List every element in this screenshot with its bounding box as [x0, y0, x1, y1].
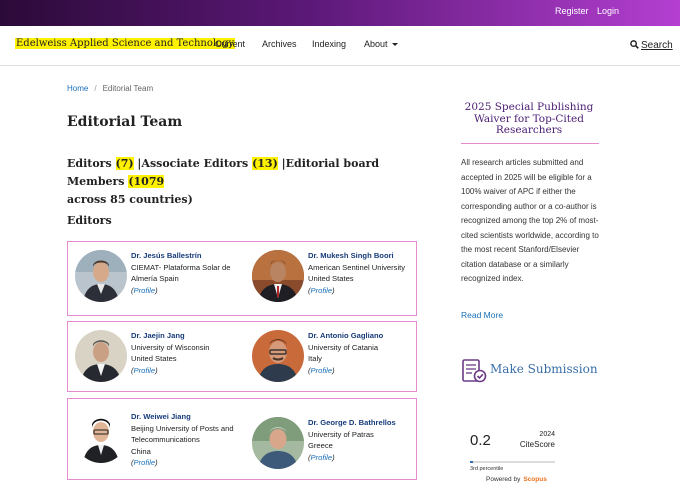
breadcrumb-current: Editorial Team [102, 84, 154, 93]
editor-info: Dr. Jesús Ballestrín CIEMAT- Plataforma … [131, 250, 249, 296]
citescore-year: 2024 [539, 431, 555, 438]
profile-link-wrap: (Profile) [131, 458, 158, 467]
section-heading-editors: Editors [67, 214, 112, 227]
editor-info: Dr. Jaejin Jang University of Wisconsin … [131, 330, 249, 376]
search-icon [630, 40, 639, 49]
profile-link[interactable]: Profile [134, 286, 156, 295]
editor-affiliation: Beijing University of Posts and Telecomm… [131, 423, 234, 445]
citescore-percentile-bar [470, 461, 555, 463]
nav-archives[interactable]: Archives [262, 39, 297, 49]
editor-affiliation: University of Wisconsin [131, 342, 210, 352]
profile-link[interactable]: Profile [134, 366, 156, 375]
nav-indexing[interactable]: Indexing [312, 39, 346, 49]
citescore-percentile: 3rd percentile [470, 466, 504, 472]
countries-text: across 85 countries) [67, 193, 193, 206]
breadcrumb-separator: / [94, 84, 97, 93]
profile-link-wrap: (Profile) [308, 365, 335, 375]
top-bar: Register Login [0, 0, 680, 26]
editor-affiliation: University of Patras [308, 429, 374, 439]
scopus-logo: Scopus [523, 476, 547, 483]
editor-name[interactable]: Dr. Weiwei Jiang [131, 411, 249, 423]
avatar [75, 250, 127, 302]
profile-link-wrap: (Profile) [131, 365, 158, 375]
avatar [75, 411, 127, 463]
make-submission-button[interactable]: Make Submission [461, 358, 601, 384]
search-label: Search [641, 40, 673, 51]
board-count: (1079 [128, 175, 165, 188]
powered-by: Powered by Scopus [486, 476, 547, 483]
document-edit-icon [462, 359, 487, 383]
login-link[interactable]: Login [597, 6, 619, 16]
editor-info: Dr. Weiwei Jiang Beijing University of P… [131, 411, 249, 469]
make-submission-label: Make Submission [490, 362, 598, 376]
editor-country: United States [131, 354, 177, 363]
read-more-link[interactable]: Read More [461, 310, 503, 320]
promo-text: All research articles submitted and acce… [461, 158, 599, 283]
breadcrumb: Home / Editorial Team [67, 84, 153, 93]
profile-link-wrap: (Profile) [131, 285, 158, 295]
editor-affiliation: CIEMAT- Plataforma Solar de Almería Spai… [131, 262, 231, 284]
promo-title: 2025 Special Publishing Waiver for Top-C… [464, 101, 594, 136]
nav-about-label: About [364, 39, 388, 49]
citescore-label: CiteScore [519, 440, 555, 449]
profile-link[interactable]: Profile [311, 453, 333, 462]
editor-name[interactable]: Dr. Jesús Ballestrín [131, 250, 249, 262]
editors-count: (7) [115, 157, 134, 170]
associate-label: |Associate Editors [133, 157, 253, 170]
page-title: Editorial Team [67, 114, 183, 130]
avatar [252, 330, 304, 382]
search-button[interactable]: Search [630, 40, 673, 51]
breadcrumb-home[interactable]: Home [67, 84, 88, 93]
editor-card-row: Dr. Jaejin Jang University of Wisconsin … [67, 321, 417, 392]
nav-current[interactable]: Current [215, 39, 245, 49]
citescore-value: 0.2 [470, 432, 491, 449]
editor-affiliation: American Sentinel University [308, 262, 406, 272]
profile-link[interactable]: Profile [134, 458, 156, 467]
associate-count: (13) [252, 157, 278, 170]
editor-card-row: Dr. Jesús Ballestrín CIEMAT- Plataforma … [67, 241, 417, 316]
editor-country: United States [308, 274, 354, 283]
nav-about[interactable]: About [364, 39, 398, 49]
profile-link-wrap: (Profile) [308, 285, 335, 295]
avatar [252, 417, 304, 469]
editor-name[interactable]: Dr. Jaejin Jang [131, 330, 249, 342]
editor-info: Dr. George D. Bathrellos University of P… [308, 417, 426, 463]
avatar [75, 330, 127, 382]
editorial-summary: Editors (7) |Associate Editors (13) |Edi… [67, 155, 437, 209]
editors-label: Editors [67, 157, 116, 170]
editor-country: Greece [308, 441, 333, 450]
editor-name[interactable]: Dr. Antonio Gagliano [308, 330, 426, 342]
editor-country: Italy [308, 354, 322, 363]
editor-card-row: Dr. Weiwei Jiang Beijing University of P… [67, 398, 417, 480]
editor-name[interactable]: Dr. Mukesh Singh Boori [308, 250, 426, 262]
profile-link[interactable]: Profile [311, 286, 333, 295]
citescore-percentile-fill [470, 461, 473, 463]
promo-divider [461, 143, 599, 144]
site-title[interactable]: Edelweiss Applied Science and Technology [15, 38, 236, 49]
editor-affiliation: University of Catania [308, 342, 379, 352]
avatar [252, 250, 304, 302]
profile-link-wrap: (Profile) [308, 452, 335, 462]
editor-country: China [131, 446, 151, 456]
citescore-widget[interactable]: 0.2 2024 CiteScore 3rd percentile Powere… [468, 428, 563, 485]
powered-by-label: Powered by [486, 476, 521, 483]
editor-name[interactable]: Dr. George D. Bathrellos [308, 417, 426, 429]
chevron-down-icon [391, 43, 398, 47]
main-navigation: Edelweiss Applied Science and Technology… [0, 26, 680, 66]
profile-link[interactable]: Profile [311, 366, 333, 375]
editor-info: Dr. Mukesh Singh Boori American Sentinel… [308, 250, 426, 296]
editor-info: Dr. Antonio Gagliano University of Catan… [308, 330, 426, 376]
register-link[interactable]: Register [555, 6, 589, 16]
